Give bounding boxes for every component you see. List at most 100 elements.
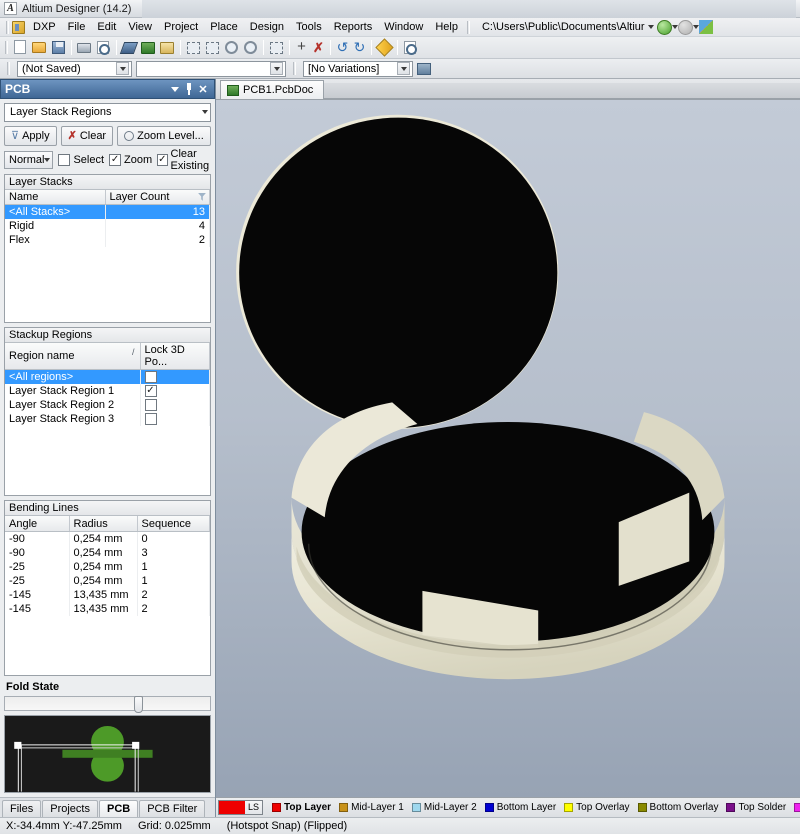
clear-existing-checkbox[interactable]: Clear Existing bbox=[157, 148, 211, 172]
path-drag-grip[interactable] bbox=[467, 21, 470, 34]
table-row[interactable]: <All Stacks> 13 bbox=[5, 205, 210, 220]
print-icon[interactable] bbox=[76, 39, 93, 56]
table-row[interactable]: Layer Stack Region 1 bbox=[5, 384, 210, 398]
legend-item-mid-layer-1[interactable]: Mid-Layer 1 bbox=[335, 802, 408, 813]
board-2d-icon[interactable] bbox=[159, 39, 176, 56]
bending-lines-empty-space[interactable] bbox=[5, 616, 210, 676]
panel-mode-combo[interactable]: Layer Stack Regions bbox=[4, 103, 211, 122]
menu-item-edit[interactable]: Edit bbox=[91, 19, 122, 35]
home-dashboard-icon[interactable] bbox=[699, 20, 713, 34]
col-radius[interactable]: Radius bbox=[69, 516, 137, 531]
document-tab-pcb1[interactable]: PCB1.PcbDoc bbox=[220, 80, 324, 99]
legend-item-mid-layer-2[interactable]: Mid-Layer 2 bbox=[408, 802, 481, 813]
chevron-down-icon[interactable] bbox=[270, 62, 283, 75]
select-checkbox[interactable]: Select bbox=[58, 154, 104, 166]
undo-icon[interactable]: ↺ bbox=[336, 41, 349, 54]
zoom-checkbox[interactable]: Zoom bbox=[109, 154, 152, 166]
menu-item-reports[interactable]: Reports bbox=[328, 19, 379, 35]
table-row[interactable]: -25 0,254 mm 1 bbox=[5, 560, 210, 574]
menu-item-place[interactable]: Place bbox=[204, 19, 244, 35]
board-3d-icon[interactable] bbox=[140, 39, 157, 56]
lock-3d-checkbox[interactable] bbox=[145, 399, 157, 411]
legend-item-top-solder[interactable]: Top Solder bbox=[722, 802, 790, 813]
legend-item-bottom-overlay[interactable]: Bottom Overlay bbox=[634, 802, 723, 813]
menu-item-tools[interactable]: Tools bbox=[290, 19, 328, 35]
legend-item-top-layer[interactable]: Top Layer bbox=[268, 802, 335, 813]
layer-stacks-empty-space[interactable] bbox=[5, 247, 210, 322]
redo-icon[interactable]: ↻ bbox=[353, 41, 366, 54]
print-preview-icon[interactable] bbox=[95, 39, 112, 56]
table-row[interactable]: -25 0,254 mm 1 bbox=[5, 574, 210, 588]
panel-tab-pcb[interactable]: PCB bbox=[99, 800, 138, 817]
chevron-down-icon[interactable] bbox=[648, 25, 654, 29]
navigate-back-chevron-icon[interactable] bbox=[672, 25, 678, 29]
variant-toolbar-grip[interactable] bbox=[7, 62, 10, 75]
variant-group-grip[interactable] bbox=[293, 62, 296, 75]
saved-state-combo[interactable]: (Not Saved) bbox=[17, 61, 132, 77]
cell-lock-3d[interactable] bbox=[140, 370, 210, 385]
fold-state-slider-thumb[interactable] bbox=[134, 696, 143, 713]
panel-tab-pcb-filter[interactable]: PCB Filter bbox=[139, 800, 205, 817]
table-row[interactable]: <All regions> bbox=[5, 370, 210, 385]
legend-item-bottom-solder[interactable]: Bottom Solder bbox=[790, 802, 800, 813]
col-angle[interactable]: Angle bbox=[5, 516, 69, 531]
panel-tab-files[interactable]: Files bbox=[2, 800, 41, 817]
zoom-out-icon[interactable] bbox=[242, 39, 259, 56]
menu-item-design[interactable]: Design bbox=[244, 19, 290, 35]
clear-filter-icon[interactable]: ✗ bbox=[312, 41, 325, 54]
zoom-in-icon[interactable] bbox=[223, 39, 240, 56]
zoom-checkbox-box[interactable] bbox=[109, 154, 121, 166]
col-name[interactable]: Name bbox=[5, 190, 105, 205]
table-row[interactable]: -145 13,435 mm 2 bbox=[5, 588, 210, 602]
table-row[interactable]: Layer Stack Region 3 bbox=[5, 412, 210, 426]
panel-close-icon[interactable]: ✕ bbox=[196, 82, 210, 96]
sort-ascending-icon[interactable]: / bbox=[132, 347, 135, 357]
apply-button[interactable]: ⊽ Apply bbox=[4, 126, 57, 146]
fold-state-slider[interactable] bbox=[4, 696, 211, 711]
variations-combo[interactable]: [No Variations] bbox=[303, 61, 413, 77]
chevron-down-icon[interactable] bbox=[44, 158, 50, 162]
chevron-down-icon[interactable] bbox=[397, 62, 410, 75]
select-checkbox-box[interactable] bbox=[58, 154, 70, 166]
save-document-icon[interactable] bbox=[50, 39, 67, 56]
layer-stack-icon[interactable] bbox=[121, 39, 138, 56]
lock-3d-checkbox[interactable] bbox=[145, 371, 157, 383]
cell-lock-3d[interactable] bbox=[140, 398, 210, 412]
stackup-regions-empty-space[interactable] bbox=[5, 426, 210, 495]
table-row[interactable]: Rigid 4 bbox=[5, 219, 210, 233]
col-lock-3d[interactable]: Lock 3D Po... bbox=[140, 343, 210, 370]
panel-menu-chevron-down-icon[interactable] bbox=[168, 82, 182, 96]
menu-item-project[interactable]: Project bbox=[158, 19, 204, 35]
col-layer-count[interactable]: Layer Count bbox=[105, 190, 210, 205]
lock-3d-checkbox[interactable] bbox=[145, 413, 157, 425]
browse-components-icon[interactable] bbox=[402, 39, 419, 56]
chevron-down-icon[interactable] bbox=[202, 110, 208, 114]
zoom-selection-icon[interactable] bbox=[204, 39, 221, 56]
cross-probe-icon[interactable]: + bbox=[295, 41, 308, 54]
chevron-down-icon[interactable] bbox=[116, 62, 129, 75]
menu-drag-grip[interactable] bbox=[6, 21, 9, 34]
cell-lock-3d[interactable] bbox=[140, 412, 210, 426]
table-row[interactable]: -90 0,254 mm 3 bbox=[5, 546, 210, 560]
zoom-level-button[interactable]: Zoom Level... bbox=[117, 126, 211, 146]
board-preview-thumbnail[interactable] bbox=[4, 715, 211, 793]
panel-tab-projects[interactable]: Projects bbox=[42, 800, 98, 817]
legend-item-bottom-layer[interactable]: Bottom Layer bbox=[481, 802, 560, 813]
filter-funnel-icon[interactable] bbox=[198, 193, 206, 201]
menu-item-file[interactable]: File bbox=[62, 19, 92, 35]
cell-lock-3d[interactable] bbox=[140, 384, 210, 398]
menu-item-help[interactable]: Help bbox=[429, 19, 464, 35]
menu-item-window[interactable]: Window bbox=[378, 19, 429, 35]
select-mode-combo[interactable]: Normal bbox=[4, 151, 53, 169]
current-path-combo[interactable]: C:\Users\Public\Documents\Altiur bbox=[479, 20, 657, 34]
table-row[interactable]: Flex 2 bbox=[5, 233, 210, 247]
legend-item-top-overlay[interactable]: Top Overlay bbox=[560, 802, 633, 813]
table-row[interactable]: -145 13,435 mm 2 bbox=[5, 602, 210, 616]
copy-icon[interactable] bbox=[268, 39, 285, 56]
col-region-name[interactable]: Region name / bbox=[5, 343, 140, 370]
table-row[interactable]: Layer Stack Region 2 bbox=[5, 398, 210, 412]
menu-item-view[interactable]: View bbox=[122, 19, 158, 35]
clear-existing-checkbox-box[interactable] bbox=[157, 154, 167, 166]
menu-item-dxp[interactable]: DXP bbox=[27, 19, 62, 35]
edit-properties-icon[interactable] bbox=[376, 39, 393, 56]
